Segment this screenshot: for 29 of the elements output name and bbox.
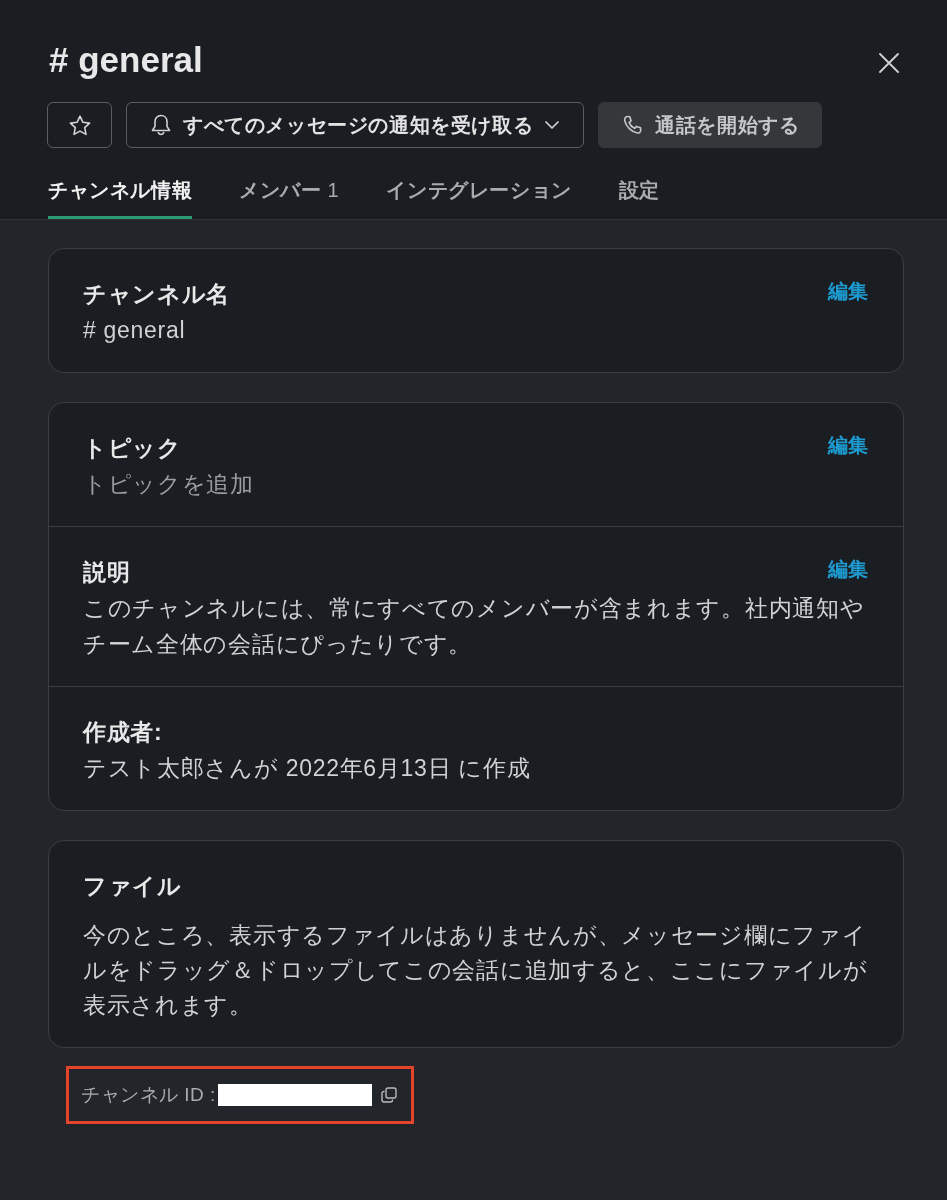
copy-icon[interactable] [380,1087,397,1103]
channel-id-label: チャンネル ID : [81,1083,216,1107]
section-title: チャンネル名 [83,280,231,309]
call-button[interactable]: 通話を開始する [598,102,823,148]
edit-link[interactable]: 編集 [827,555,869,583]
section-title: 説明 [83,558,131,587]
section-value: テスト太郎さんが 2022年6月13日 に作成 [83,754,532,783]
section-value: このチャンネルには、常にすべてのメンバーが含まれます。社内通知やチーム全体の会話にぴったりです。 [83,594,866,659]
caret-icon [545,121,560,129]
section-title: ファイル [83,872,182,901]
close-icon [879,53,899,73]
section-value: 今のところ、表示するファイルはありませんが、メッセージ欄にファイルをドラッグ＆ドロップしてこの会話に追加すると、ここにファイルが表示されます。 [83,921,869,1020]
tab[interactable]: インテグレーション [386,148,572,219]
tab[interactable]: 設定 [618,148,660,219]
close-button[interactable] [879,53,899,73]
star-button[interactable] [47,102,112,148]
tab[interactable]: チャンネル情報 [48,148,193,219]
edit-link[interactable]: 編集 [827,277,869,305]
section-value: トピックを追加 [83,470,255,499]
section-value: # general [83,316,187,345]
bell-icon [151,114,171,136]
notifications-button[interactable]: すべてのメッセージの通知を受け取る [126,102,585,148]
phone-icon [622,114,644,136]
edit-link[interactable]: 編集 [827,431,869,459]
section-title: トピック [83,434,182,463]
star-icon [68,114,91,136]
section-title: 作成者: [83,718,163,747]
tab[interactable]: メンバー 1 [239,148,340,219]
channel-title: # general [49,39,203,81]
